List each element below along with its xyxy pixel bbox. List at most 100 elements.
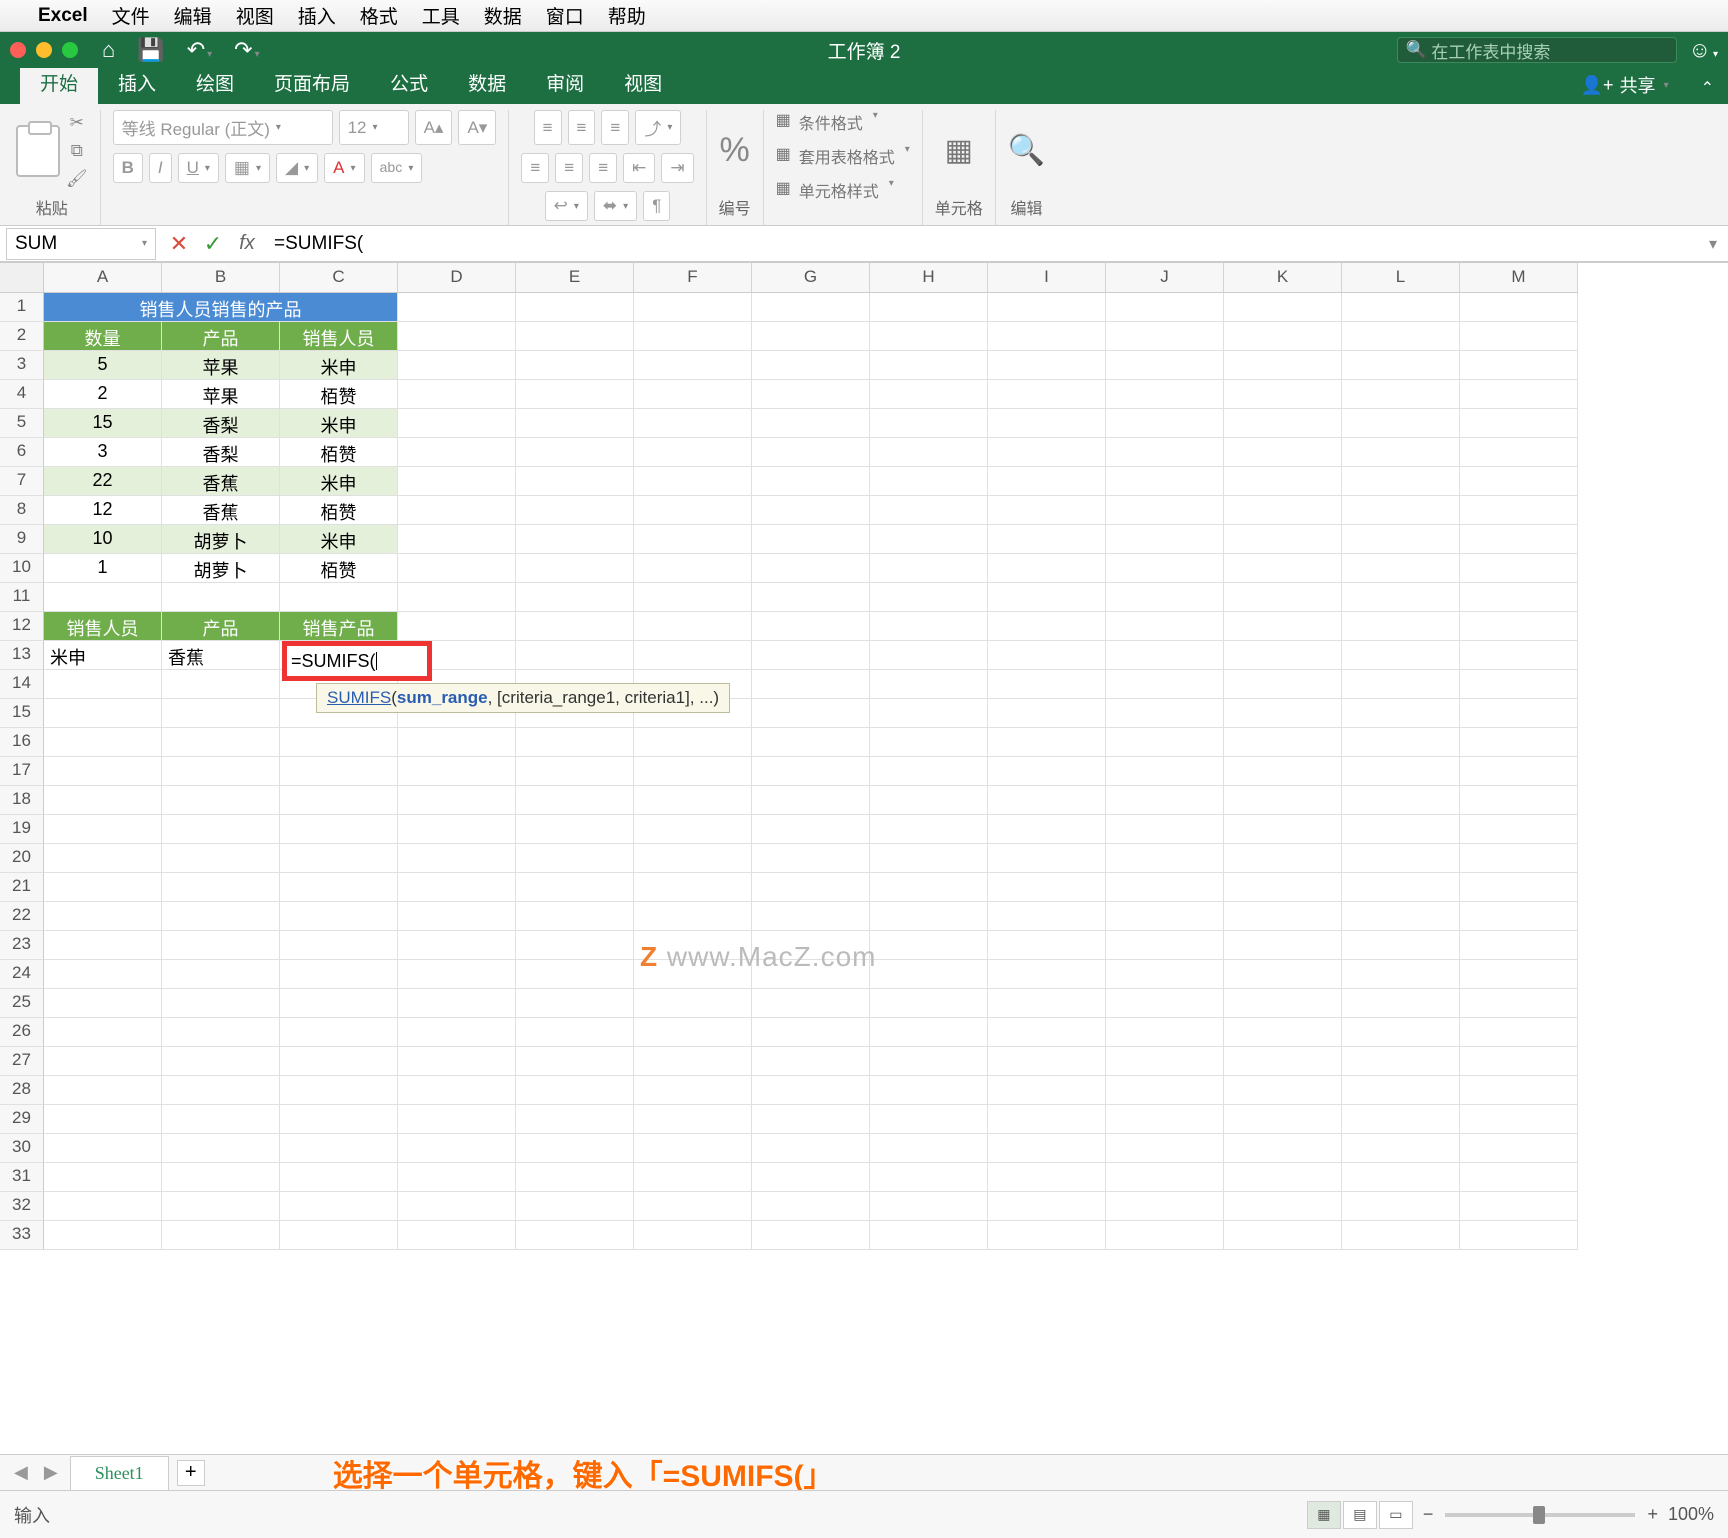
cell[interactable]: 胡萝卜 — [162, 554, 280, 583]
cell[interactable] — [1342, 380, 1460, 409]
row-header[interactable]: 13 — [0, 641, 44, 670]
cell[interactable] — [1460, 757, 1578, 786]
row-header[interactable]: 8 — [0, 496, 44, 525]
cell[interactable] — [1224, 1192, 1342, 1221]
row-header[interactable]: 17 — [0, 757, 44, 786]
cell[interactable] — [1106, 1163, 1224, 1192]
cell[interactable] — [162, 931, 280, 960]
cell[interactable] — [44, 1076, 162, 1105]
cell[interactable] — [1342, 931, 1460, 960]
cell[interactable]: 3 — [44, 438, 162, 467]
cell[interactable] — [398, 380, 516, 409]
formula-input[interactable]: =SUMIFS( — [264, 233, 1698, 255]
cell[interactable] — [1224, 670, 1342, 699]
view-normal-icon[interactable]: ▦ — [1307, 1501, 1341, 1529]
cell[interactable] — [1224, 1134, 1342, 1163]
cell[interactable] — [988, 815, 1106, 844]
cell[interactable] — [870, 1163, 988, 1192]
cell[interactable]: 香蕉 — [162, 496, 280, 525]
row-header[interactable]: 27 — [0, 1047, 44, 1076]
cell[interactable] — [1460, 1018, 1578, 1047]
cell[interactable] — [634, 728, 752, 757]
cell[interactable] — [162, 873, 280, 902]
cell[interactable] — [1460, 815, 1578, 844]
cell[interactable] — [516, 902, 634, 931]
cell[interactable] — [1106, 699, 1224, 728]
minimize-icon[interactable] — [36, 42, 52, 58]
cell[interactable] — [1342, 902, 1460, 931]
cell[interactable] — [44, 902, 162, 931]
tab-home[interactable]: 开始 — [20, 63, 98, 104]
cell[interactable] — [870, 1192, 988, 1221]
cell[interactable] — [988, 873, 1106, 902]
cell[interactable] — [1224, 380, 1342, 409]
cell[interactable] — [162, 1192, 280, 1221]
cell[interactable] — [634, 612, 752, 641]
zoom-out-icon[interactable]: − — [1423, 1504, 1434, 1525]
cell[interactable] — [752, 844, 870, 873]
cell[interactable] — [870, 409, 988, 438]
cell[interactable] — [1224, 1018, 1342, 1047]
row-header[interactable]: 16 — [0, 728, 44, 757]
cell[interactable] — [516, 1134, 634, 1163]
cell[interactable] — [1342, 1221, 1460, 1250]
cell[interactable] — [1342, 844, 1460, 873]
ribbon-collapse-icon[interactable]: ⌃ — [1687, 72, 1728, 104]
cell[interactable] — [988, 380, 1106, 409]
cell[interactable] — [44, 815, 162, 844]
cell[interactable] — [516, 757, 634, 786]
indent-dec-icon[interactable]: ⇤ — [623, 153, 655, 183]
copy-icon[interactable]: ⧉ — [71, 141, 83, 161]
cell[interactable] — [1342, 409, 1460, 438]
cell[interactable] — [516, 380, 634, 409]
cell[interactable] — [1224, 786, 1342, 815]
cell[interactable] — [634, 293, 752, 322]
font-size-select[interactable]: 12▾ — [339, 110, 409, 145]
cell[interactable] — [516, 1076, 634, 1105]
cell[interactable] — [1460, 1163, 1578, 1192]
shrink-font-icon[interactable]: A▾ — [458, 110, 496, 145]
cell[interactable] — [1460, 554, 1578, 583]
format-as-table-button[interactable]: ▦套用表格格式 ▾ — [776, 144, 910, 168]
cell[interactable] — [162, 699, 280, 728]
cell[interactable] — [516, 873, 634, 902]
cell[interactable] — [634, 989, 752, 1018]
cell[interactable] — [1224, 844, 1342, 873]
menu-window[interactable]: 窗口 — [546, 2, 584, 29]
cell[interactable] — [1342, 525, 1460, 554]
cell[interactable] — [44, 1047, 162, 1076]
cell[interactable] — [1106, 931, 1224, 960]
grow-font-icon[interactable]: A▴ — [415, 110, 453, 145]
orientation-icon[interactable]: ⤴▾ — [635, 110, 681, 145]
cell[interactable] — [162, 902, 280, 931]
cell[interactable] — [752, 1134, 870, 1163]
cell[interactable] — [1460, 786, 1578, 815]
cell[interactable] — [1460, 844, 1578, 873]
font-color-button[interactable]: A▾ — [324, 153, 364, 183]
view-layout-icon[interactable]: ▤ — [1343, 1501, 1377, 1529]
cell[interactable] — [398, 1221, 516, 1250]
cell[interactable] — [398, 902, 516, 931]
cell[interactable] — [162, 757, 280, 786]
cell[interactable] — [988, 641, 1106, 670]
cell[interactable] — [1342, 786, 1460, 815]
cell[interactable] — [398, 873, 516, 902]
cell[interactable]: 米申 — [44, 641, 162, 670]
cell[interactable] — [44, 1134, 162, 1163]
cell[interactable] — [398, 1105, 516, 1134]
save-icon[interactable]: 💾 — [137, 37, 164, 63]
cell[interactable] — [752, 641, 870, 670]
cell[interactable] — [988, 931, 1106, 960]
cell[interactable] — [1342, 583, 1460, 612]
cell[interactable] — [1106, 583, 1224, 612]
search-box[interactable]: 🔍 在工作表中搜索 — [1397, 37, 1677, 63]
cell[interactable]: 苹果 — [162, 380, 280, 409]
tab-layout[interactable]: 页面布局 — [254, 63, 370, 104]
cell[interactable] — [398, 322, 516, 351]
cell[interactable] — [1106, 409, 1224, 438]
row-header[interactable]: 18 — [0, 786, 44, 815]
cell[interactable] — [988, 670, 1106, 699]
cell[interactable] — [1460, 1105, 1578, 1134]
cell[interactable] — [1224, 699, 1342, 728]
cell[interactable] — [398, 1076, 516, 1105]
